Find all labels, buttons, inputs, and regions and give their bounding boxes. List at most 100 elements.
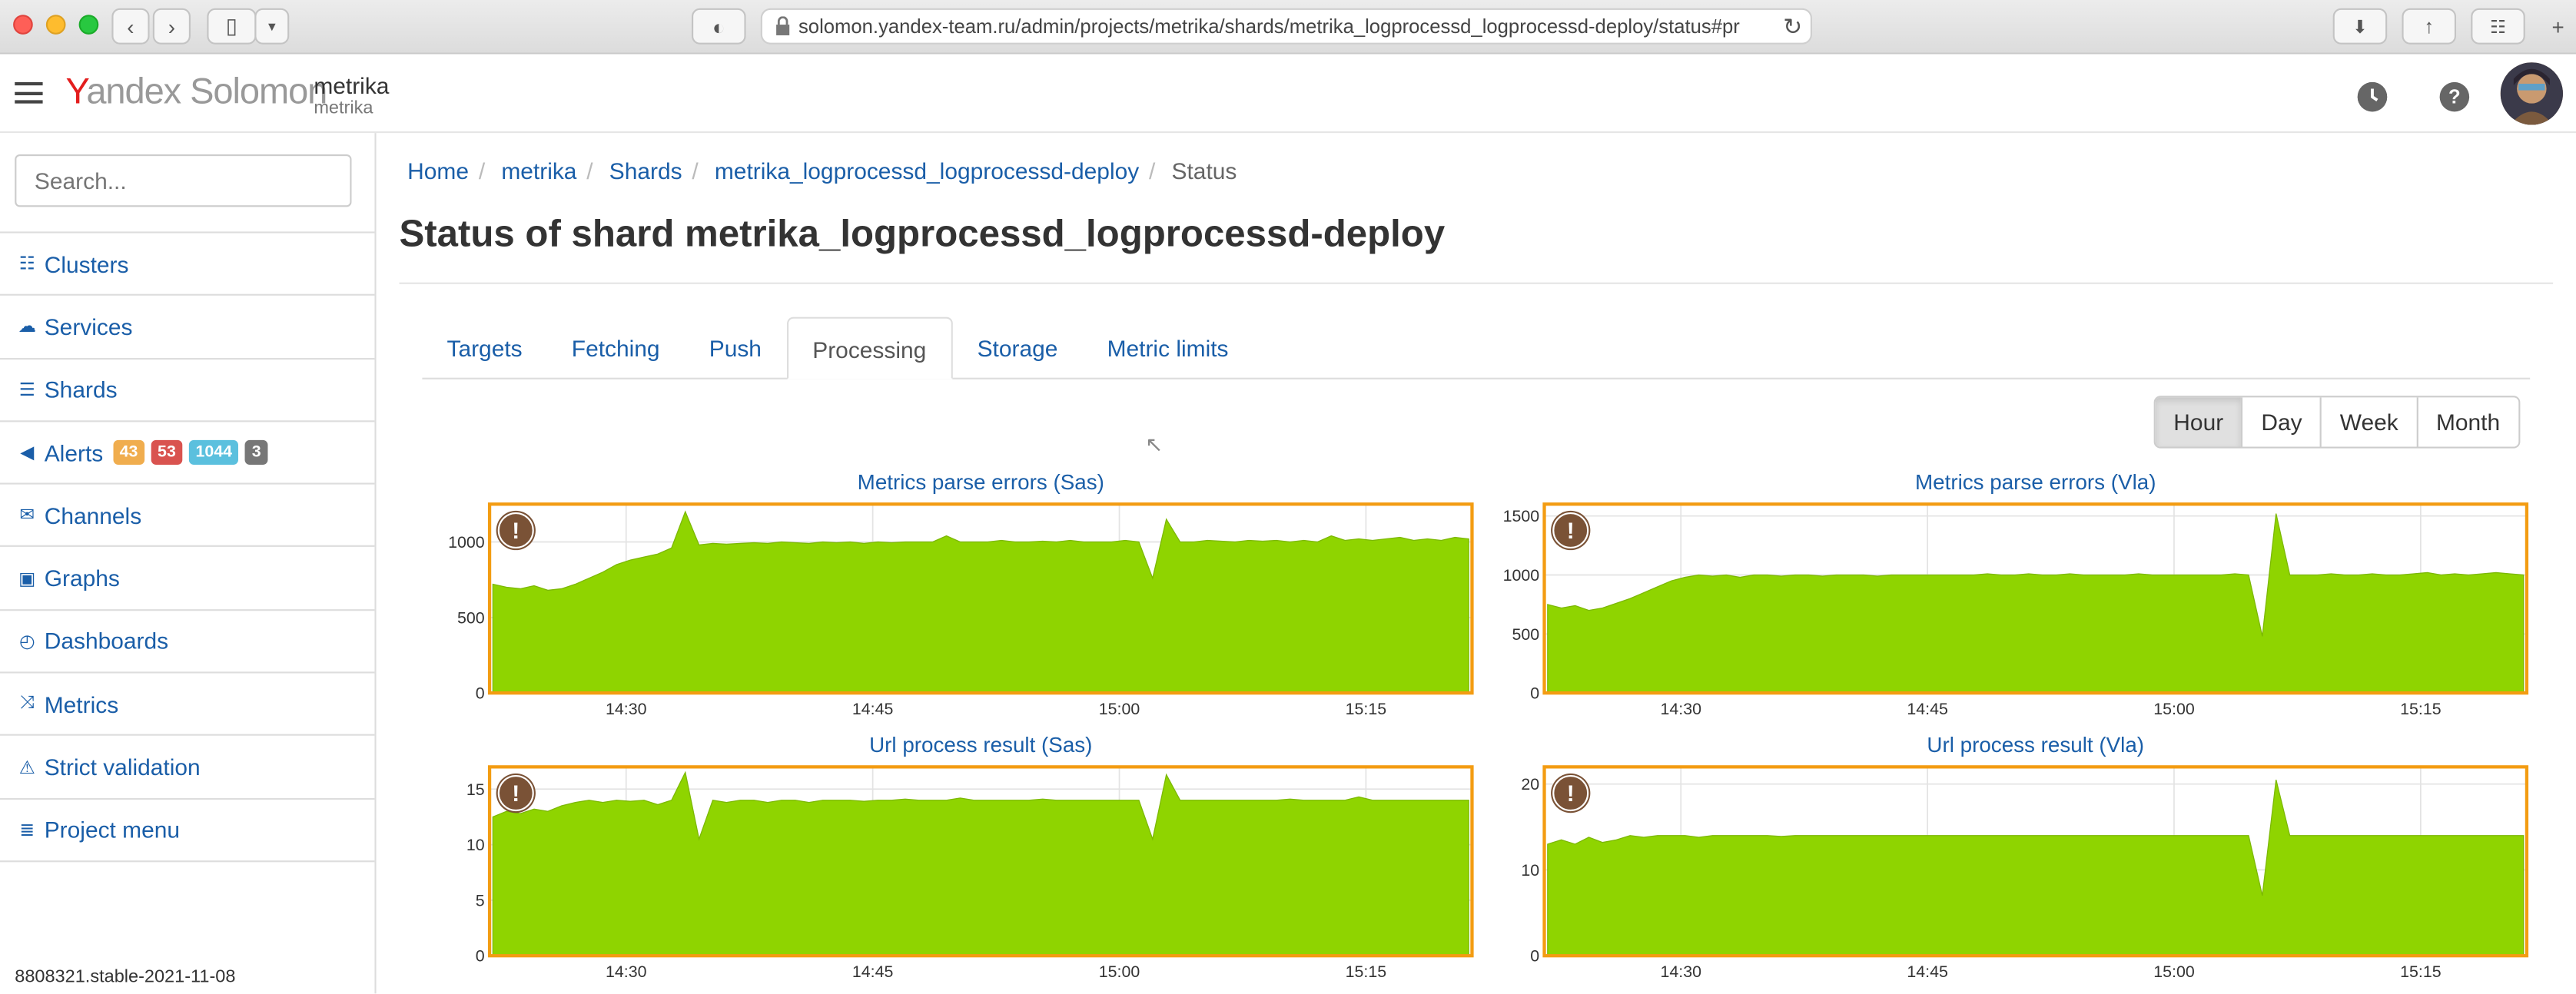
series-area[interactable] (1547, 513, 2525, 694)
search-input[interactable] (15, 154, 352, 207)
random-icon: ⤨ (19, 693, 35, 714)
breadcrumb-shards[interactable]: Shards (609, 157, 682, 184)
alert-warning-icon[interactable]: ! (497, 512, 534, 549)
sidebar-item-label: Channels (44, 502, 142, 529)
sidebar-item-dashboards[interactable]: ◴ Dashboards (0, 611, 375, 674)
help-icon[interactable]: ? (2439, 81, 2470, 112)
breadcrumb-project[interactable]: metrika (501, 157, 576, 184)
range-month-button[interactable]: Month (2416, 397, 2518, 447)
tab-processing[interactable]: Processing (786, 316, 953, 379)
sidebar-item-services[interactable]: ☁ Services (0, 296, 375, 359)
hamburger-menu-icon[interactable] (15, 81, 43, 104)
share-button[interactable]: ↑ (2402, 8, 2457, 45)
sidebar-menu-button[interactable]: ▾ (254, 8, 290, 45)
shield-icon: ◐ (712, 14, 725, 39)
sidebar-toggle-button[interactable]: ▯ (207, 8, 257, 45)
title-divider (399, 282, 2554, 284)
range-day-button[interactable]: Day (2241, 397, 2321, 447)
chart-panel[interactable]: Url process result (Vla) 0 10 20 14:30 14:45 1… (1521, 732, 2529, 994)
alert-warning-icon[interactable]: ! (1552, 775, 1589, 812)
tab-fetching[interactable]: Fetching (547, 317, 685, 379)
address-bar[interactable]: solomon.yandex-team.ru/admin/projects/me… (760, 8, 1812, 45)
breadcrumb-separator: / (586, 157, 593, 184)
sidebar-item-metrics[interactable]: ⤨ Metrics (0, 674, 375, 737)
close-window-button[interactable] (13, 15, 33, 35)
page-root: ‹ › ▯ ▾ ◐ solomon.yandex-team.ru/admin/p… (0, 0, 2576, 994)
alerts-warning-badge[interactable]: 43 (113, 439, 144, 466)
browser-toolbar: ‹ › ▯ ▾ ◐ solomon.yandex-team.ru/admin/p… (0, 0, 2576, 55)
sidebar-item-label: Strict validation (44, 754, 201, 780)
x-tick-label: 15:00 (2153, 963, 2195, 981)
sidebar-nav: ☷ Clusters ☁ Services ☰ Shards ◀ Alerts … (0, 231, 375, 863)
warning-icon: ⚠ (18, 757, 35, 778)
tab-metric-limits[interactable]: Metric limits (1083, 317, 1253, 379)
sidebar-item-project-menu[interactable]: ≣ Project menu (0, 799, 375, 863)
downloads-button[interactable]: ⬇ (2332, 8, 2388, 45)
page-title: Status of shard metrika_logprocessd_logp… (399, 211, 1446, 255)
alerts-error-badge[interactable]: 53 (151, 439, 183, 466)
tab-storage[interactable]: Storage (953, 317, 1083, 379)
reload-icon[interactable]: ↻ (1783, 13, 1802, 41)
breadcrumb-separator: / (692, 157, 699, 184)
alerts-nodata-badge[interactable]: 3 (245, 439, 268, 466)
avatar-picture (2500, 62, 2563, 125)
back-button[interactable]: ‹ (111, 8, 150, 45)
x-tick-label: 14:45 (1907, 963, 1947, 981)
new-tab-button[interactable]: + (2540, 8, 2576, 45)
breadcrumb-shard[interactable]: metrika_logprocessd_logprocessd-deploy (715, 157, 1139, 184)
alerts-ok-badge[interactable]: 1044 (188, 439, 239, 466)
sidebar-item-shards[interactable]: ☰ Shards (0, 359, 375, 422)
x-tick-label: 14:30 (1661, 700, 1702, 718)
y-tick-label: 0 (476, 684, 485, 703)
series-area[interactable] (492, 510, 1469, 694)
breadcrumb-home[interactable]: Home (407, 157, 469, 184)
x-tick-label: 15:15 (2400, 700, 2441, 718)
maximize-window-button[interactable] (78, 15, 99, 35)
plus-icon: + (2551, 14, 2564, 39)
x-tick-label: 15:15 (1346, 700, 1386, 718)
sidebar: ☷ Clusters ☁ Services ☰ Shards ◀ Alerts … (0, 133, 377, 994)
chart-svg: 0 500 1000 1500 14:30 14:45 15:00 15:15 (1503, 502, 2529, 718)
y-tick-label: 1000 (448, 533, 485, 552)
chart-panel[interactable]: Metrics parse errors (Sas) 0 500 1000 14:30 1… (448, 469, 1474, 736)
sidebar-icon: ▯ (225, 13, 238, 38)
breadcrumb-current: Status (1171, 157, 1237, 184)
sidebar-item-label: Metrics (44, 691, 119, 717)
sidebar-item-label: Clusters (44, 250, 129, 277)
range-week-button[interactable]: Week (2320, 397, 2417, 447)
alert-warning-icon[interactable]: ! (497, 775, 534, 812)
solomon-logo[interactable]: Yandex Solomon (66, 71, 328, 114)
chart-panel[interactable]: Metrics parse errors (Vla) 0 500 1000 1500 14… (1503, 469, 2529, 736)
envelope-icon: ✉ (19, 506, 35, 526)
chart-svg: 0 10 20 14:30 14:45 15:00 15:15 (1521, 765, 2529, 981)
y-tick-label: 0 (1530, 684, 1539, 703)
sidebar-item-strict-validation[interactable]: ⚠ Strict validation (0, 737, 375, 800)
forward-button[interactable]: › (152, 8, 191, 45)
minimize-window-button[interactable] (45, 15, 66, 35)
project-name[interactable]: metrika (314, 72, 389, 98)
sidebar-item-channels[interactable]: ✉ Channels (0, 485, 375, 548)
chart-panel[interactable]: Url process result (Sas) 0 5 10 15 14:30 14:45… (466, 732, 1474, 994)
tab-overview-button[interactable]: ☷ (2471, 8, 2525, 45)
avatar[interactable] (2500, 62, 2563, 125)
address-text: solomon.yandex-team.ru/admin/projects/me… (798, 15, 1740, 38)
breadcrumb-separator: / (478, 157, 486, 184)
series-area[interactable] (1547, 779, 2525, 956)
sidebar-item-graphs[interactable]: ▣ Graphs (0, 548, 375, 611)
sidebar-item-clusters[interactable]: ☷ Clusters (0, 234, 375, 297)
clock-glyph (2357, 81, 2388, 112)
y-tick-label: 500 (457, 608, 485, 627)
privacy-shield-button[interactable]: ◐ (692, 8, 746, 45)
tab-push[interactable]: Push (685, 317, 786, 379)
y-tick-label: 5 (476, 891, 485, 910)
y-tick-label: 10 (1521, 861, 1539, 880)
clock-icon[interactable] (2357, 81, 2388, 112)
y-tick-label: 15 (466, 780, 485, 799)
main-content: Home / metrika / Shards / metrika_logproces… (377, 133, 2576, 993)
range-hour-button[interactable]: Hour (2155, 397, 2242, 447)
series-area[interactable] (492, 770, 1469, 956)
sidebar-item-alerts[interactable]: ◀ Alerts 43 53 1044 3 (0, 422, 375, 485)
mouse-cursor-icon: ↖ (1145, 432, 1164, 457)
tab-targets[interactable]: Targets (422, 317, 546, 379)
alert-warning-icon[interactable]: ! (1552, 512, 1589, 549)
